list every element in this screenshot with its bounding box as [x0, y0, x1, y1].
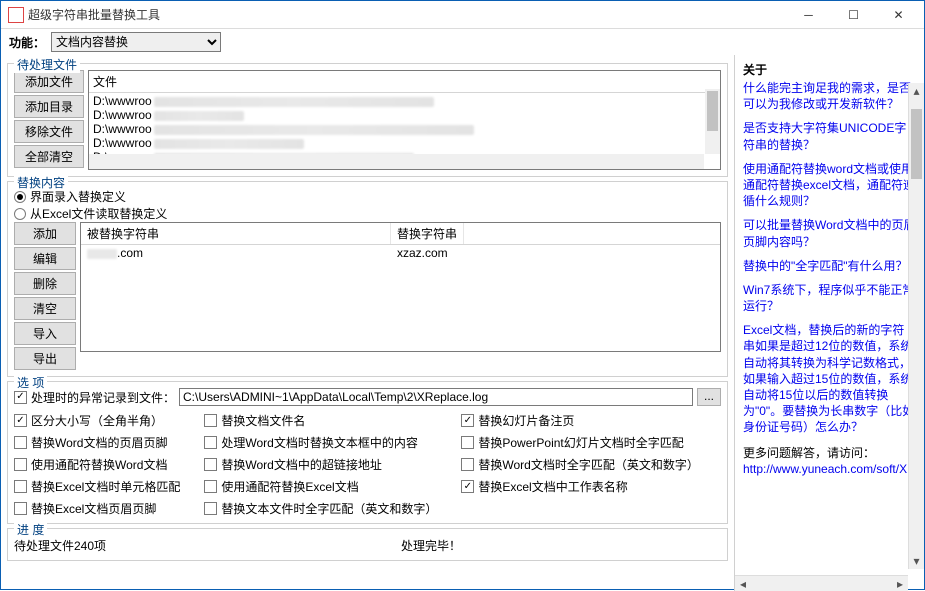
faq-link[interactable]: 什么能完主询足我的需求，是否可以为我修改或开发新软件？ [743, 80, 916, 112]
option-checkbox[interactable]: 替换幻灯片备注页 [461, 412, 698, 429]
log-path-input[interactable] [179, 388, 693, 406]
files-group: 待处理文件 添加文件 添加目录 移除文件 全部清空 文件 D:\wwwrooD:… [7, 63, 728, 177]
progress-legend: 进 度 [14, 521, 47, 538]
col-to: 替换字符串 [391, 223, 464, 244]
replace-group: 替换内容 界面录入替换定义 从Excel文件读取替换定义 添加 编辑 删除 清空… [7, 181, 728, 377]
about-vscroll[interactable]: ▴ ▾ [908, 83, 924, 569]
faq-link[interactable]: 替换中的"全字匹配"有什么用？ [743, 258, 916, 274]
delete-rule-button[interactable]: 删除 [14, 272, 76, 295]
radio-ui-define[interactable]: 界面录入替换定义 [14, 188, 721, 205]
rules-table[interactable]: 被替换字符串 替换字符串 .com xzaz.com [80, 222, 721, 352]
function-label: 功能： [9, 34, 45, 51]
window-title: 超级字符串批量替换工具 [28, 6, 786, 23]
clear-all-files-button[interactable]: 全部清空 [14, 145, 84, 168]
clear-rules-button[interactable]: 清空 [14, 297, 76, 320]
col-from: 被替换字符串 [81, 223, 391, 244]
option-checkbox[interactable]: 替换Word文档中的超链接地址 [204, 456, 437, 473]
list-item[interactable]: D:\wwwroo [89, 122, 720, 136]
faq-link[interactable]: 是否支持大字符集UNICODE字符串的替换？ [743, 120, 916, 152]
option-checkbox[interactable]: 替换Word文档的页眉页脚 [14, 434, 180, 451]
about-title: 关于 [743, 61, 916, 78]
option-checkbox[interactable]: 处理Word文档时替换文本框中的内容 [204, 434, 437, 451]
file-list-vscroll[interactable] [705, 89, 720, 154]
edit-rule-button[interactable]: 编辑 [14, 247, 76, 270]
pending-count: 待处理文件240项 [14, 537, 106, 554]
file-list-header: 文件 [89, 71, 720, 93]
faq-link[interactable]: Win7系统下，程序似乎不能正常运行？ [743, 282, 916, 314]
scroll-right-icon[interactable]: ▸ [892, 576, 908, 591]
scroll-left-icon[interactable]: ◂ [735, 576, 751, 591]
function-select[interactable]: 文档内容替换 [51, 32, 221, 52]
scroll-thumb[interactable] [911, 109, 922, 179]
file-list[interactable]: 文件 D:\wwwrooD:\wwwrooD:\wwwrooD:\wwwrooD… [88, 70, 721, 170]
list-item[interactable]: D:\wwwroo [89, 108, 720, 122]
minimize-button[interactable]: ─ [786, 2, 831, 28]
radio-excel-define[interactable]: 从Excel文件读取替换定义 [14, 205, 721, 222]
options-legend: 选 项 [14, 374, 47, 391]
option-checkbox[interactable]: 替换文本文件时全字匹配（英文和数字） [204, 500, 437, 517]
files-legend: 待处理文件 [14, 56, 80, 73]
table-row[interactable]: .com xzaz.com [81, 245, 720, 261]
maximize-button[interactable]: ☐ [831, 2, 876, 28]
faq-link[interactable]: 可以批量替换Word文档中的页眉页脚内容吗？ [743, 217, 916, 249]
option-checkbox[interactable]: 替换Excel文档页眉页脚 [14, 500, 180, 517]
progress-group: 进 度 待处理文件240项 处理完毕！ [7, 528, 728, 561]
export-rules-button[interactable]: 导出 [14, 347, 76, 370]
import-rules-button[interactable]: 导入 [14, 322, 76, 345]
faq-panel: 什么能完主询足我的需求，是否可以为我修改或开发新软件？ 是否支持大字符集UNICO… [743, 80, 916, 589]
faq-link[interactable]: 使用通配符替换word文档或使用通配符替换excel文档，通配符遵循什么规则？ [743, 161, 916, 210]
option-checkbox[interactable]: 使用通配符替换Excel文档 [204, 478, 437, 495]
option-checkbox[interactable]: 使用通配符替换Word文档 [14, 456, 180, 473]
done-text: 处理完毕！ [401, 537, 461, 554]
log-checkbox[interactable]: 处理时的异常记录到文件： [14, 389, 175, 406]
list-item[interactable]: D:\wwwroo [89, 94, 720, 108]
remove-file-button[interactable]: 移除文件 [14, 120, 84, 143]
app-icon [8, 7, 24, 23]
add-dir-button[interactable]: 添加目录 [14, 95, 84, 118]
option-checkbox[interactable]: 替换文档文件名 [204, 412, 437, 429]
file-list-hscroll[interactable] [89, 154, 704, 169]
scroll-down-icon[interactable]: ▾ [909, 553, 924, 569]
option-checkbox[interactable]: 替换Word文档时全字匹配（英文和数字） [461, 456, 698, 473]
list-item[interactable]: D:\wwwroo [89, 136, 720, 150]
browse-log-button[interactable]: ... [697, 388, 721, 406]
to-value: xzaz.com [391, 245, 454, 261]
options-group: 选 项 处理时的异常记录到文件： ... 区分大小写（全角半角）替换Word文档… [7, 381, 728, 524]
faq-more: 更多问题解答，请访问：http://www.yuneach.com/soft/X [743, 444, 916, 477]
close-button[interactable]: ✕ [876, 2, 921, 28]
add-file-button[interactable]: 添加文件 [14, 70, 84, 93]
option-checkbox[interactable]: 替换Excel文档中工作表名称 [461, 478, 698, 495]
about-hscroll[interactable]: ◂ ▸ [735, 575, 908, 591]
add-rule-button[interactable]: 添加 [14, 222, 76, 245]
from-value: .com [117, 246, 143, 260]
function-row: 功能： 文档内容替换 [1, 29, 924, 55]
option-checkbox[interactable]: 替换PowerPoint幻灯片文档时全字匹配 [461, 434, 698, 451]
scroll-up-icon[interactable]: ▴ [909, 83, 924, 99]
option-checkbox[interactable]: 区分大小写（全角半角） [14, 412, 180, 429]
option-checkbox[interactable]: 替换Excel文档时单元格匹配 [14, 478, 180, 495]
titlebar: 超级字符串批量替换工具 ─ ☐ ✕ [1, 1, 924, 29]
faq-link[interactable]: Excel文档，替换后的新的字符串如果是超过12位的数值，系统自动将其转换为科学… [743, 322, 916, 435]
replace-legend: 替换内容 [14, 174, 68, 191]
more-link[interactable]: http://www.yuneach.com/soft/X [743, 462, 907, 476]
